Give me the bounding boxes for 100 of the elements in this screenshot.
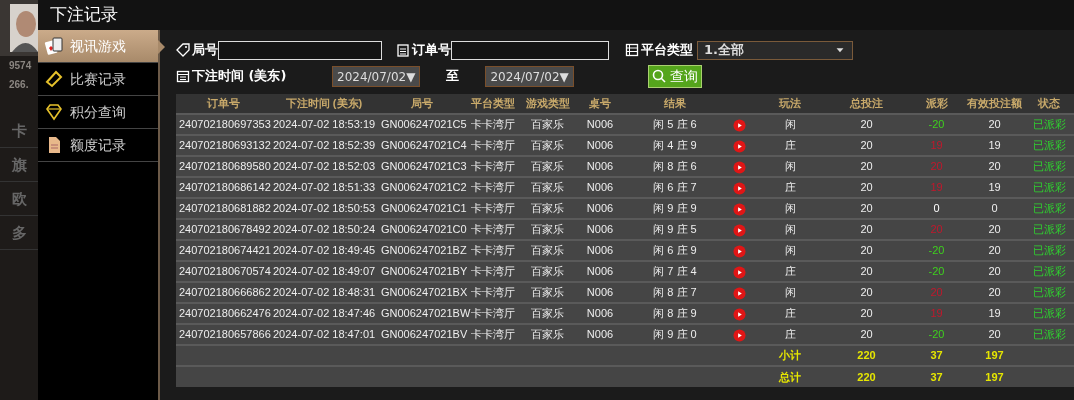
table-cell: 卡卡湾厅 — [470, 139, 515, 152]
table-cell: 20 — [988, 244, 1001, 257]
table-cell: 37 — [930, 349, 943, 362]
status-text: 已派彩 — [1032, 181, 1066, 194]
table-cell: GN006247021C3 — [381, 160, 467, 173]
table-cell: 闲 — [784, 118, 796, 131]
field-label: 订单号 — [412, 41, 451, 60]
ticket-icon — [44, 69, 64, 89]
table-cell: 卡卡湾厅 — [470, 244, 515, 257]
table-cell: 20 — [860, 118, 873, 131]
table-cell: 庄 — [784, 139, 796, 152]
table-cell: GN006247021BW — [381, 307, 471, 320]
table-cell: 20 — [860, 265, 873, 278]
status-text: 已派彩 — [1032, 139, 1066, 152]
table-cell: 20 — [860, 202, 873, 215]
list-icon — [625, 43, 639, 57]
table-cell: 240702180674421 — [179, 244, 271, 257]
table-cell: 2024-07-02 18:49:07 — [273, 265, 376, 278]
table-cell: 20 — [860, 286, 873, 299]
menu-item[interactable]: 额度记录 — [38, 129, 158, 162]
table-cell: 19 — [930, 139, 943, 152]
date-picker[interactable]: 2024/07/02▼ — [332, 65, 421, 87]
play-icon[interactable] — [732, 328, 746, 342]
table-cell: GN006247021C0 — [381, 223, 467, 236]
date-picker[interactable]: 2024/07/02▼ — [485, 65, 574, 87]
table-cell: GN006247021BZ — [381, 244, 467, 257]
table-cell: 庄 — [784, 328, 796, 341]
table-cell: GN006247021C4 — [381, 139, 467, 152]
column-header: 玩法 — [779, 97, 801, 110]
table-cell: GN006247021BV — [381, 328, 468, 341]
summary-label: 小计 — [779, 349, 801, 362]
play-icon[interactable] — [732, 286, 746, 300]
table-cell: 240702180657866 — [179, 328, 271, 341]
table-cell: 闲 — [784, 286, 796, 299]
play-icon[interactable] — [732, 139, 746, 153]
play-icon[interactable] — [732, 181, 746, 195]
table-cell: N006 — [586, 139, 614, 152]
search-icon — [651, 69, 666, 83]
table-cell: 240702180681882 — [179, 202, 271, 215]
clipboard-icon — [396, 43, 410, 57]
summary-label: 总计 — [779, 370, 801, 383]
field-label: 至 — [446, 67, 460, 86]
table-cell: 百家乐 — [531, 202, 564, 215]
table-cell: 20 — [860, 139, 873, 152]
table-cell: 庄 — [784, 307, 796, 320]
table-cell: N006 — [586, 265, 614, 278]
table-cell: 闲 9 庄 0 — [653, 328, 697, 341]
table-cell: 闲 8 庄 6 — [653, 160, 697, 173]
table-cell: 240702180689580 — [179, 160, 271, 173]
column-header: 派彩 — [925, 97, 948, 110]
table-cell: 2024-07-02 18:50:53 — [273, 202, 376, 215]
table-cell: 20 — [988, 286, 1001, 299]
table-cell: 197 — [985, 370, 1004, 383]
table-cell: 2024-07-02 18:53:19 — [273, 118, 376, 131]
table-cell: 闲 — [784, 202, 796, 215]
table-cell: 240702180666862 — [179, 286, 271, 299]
column-header: 结果 — [664, 97, 686, 110]
table-cell: 2024-07-02 18:50:24 — [273, 223, 376, 236]
table-cell: 闲 — [784, 160, 796, 173]
play-icon[interactable] — [732, 118, 746, 132]
table-cell: 0 — [991, 202, 998, 215]
platform-dropdown[interactable]: 1.全部 — [697, 40, 853, 60]
table-cell: 240702180697353 — [179, 118, 271, 131]
play-icon[interactable] — [732, 265, 746, 279]
table-cell: 百家乐 — [531, 181, 564, 194]
table-cell: 百家乐 — [531, 307, 564, 320]
table-cell: 闲 — [784, 223, 796, 236]
table-cell: N006 — [586, 181, 614, 194]
input-field[interactable] — [451, 40, 609, 60]
play-icon[interactable] — [732, 307, 746, 321]
play-icon[interactable] — [732, 160, 746, 174]
column-header: 局号 — [410, 97, 433, 110]
table-cell: 2024-07-02 18:47:01 — [273, 328, 376, 341]
table-cell: 卡卡湾厅 — [470, 265, 515, 278]
table-cell: 240702180686142 — [179, 181, 271, 194]
table-cell: N006 — [586, 223, 614, 236]
table-cell: 19 — [988, 139, 1001, 152]
table-cell: 240702180670574 — [179, 265, 271, 278]
table-cell: 闲 6 庄 9 — [653, 244, 697, 257]
table-cell: 19 — [988, 307, 1001, 320]
table-cell: 20 — [988, 265, 1001, 278]
menu-item[interactable]: 比赛记录 — [38, 63, 158, 96]
status-text: 已派彩 — [1032, 223, 1066, 236]
play-icon[interactable] — [732, 223, 746, 237]
table-cell: GN006247021BY — [381, 265, 468, 278]
table-cell: 庄 — [784, 181, 796, 194]
table-cell: 37 — [930, 370, 943, 383]
table-cell: 220 — [857, 349, 876, 362]
table-cell: GN006247021C5 — [381, 118, 467, 131]
table-cell: 240702180693132 — [179, 139, 271, 152]
table-cell: N006 — [586, 307, 614, 320]
play-icon[interactable] — [732, 244, 746, 258]
table-cell: 0 — [933, 202, 940, 215]
column-header: 桌号 — [589, 97, 611, 110]
table-cell: 百家乐 — [531, 286, 564, 299]
table-cell: 2024-07-02 18:51:33 — [273, 181, 376, 194]
menu-item[interactable]: 积分查询 — [38, 96, 158, 129]
play-icon[interactable] — [732, 202, 746, 216]
table-cell: -20 — [928, 328, 945, 341]
input-field[interactable] — [218, 40, 382, 60]
